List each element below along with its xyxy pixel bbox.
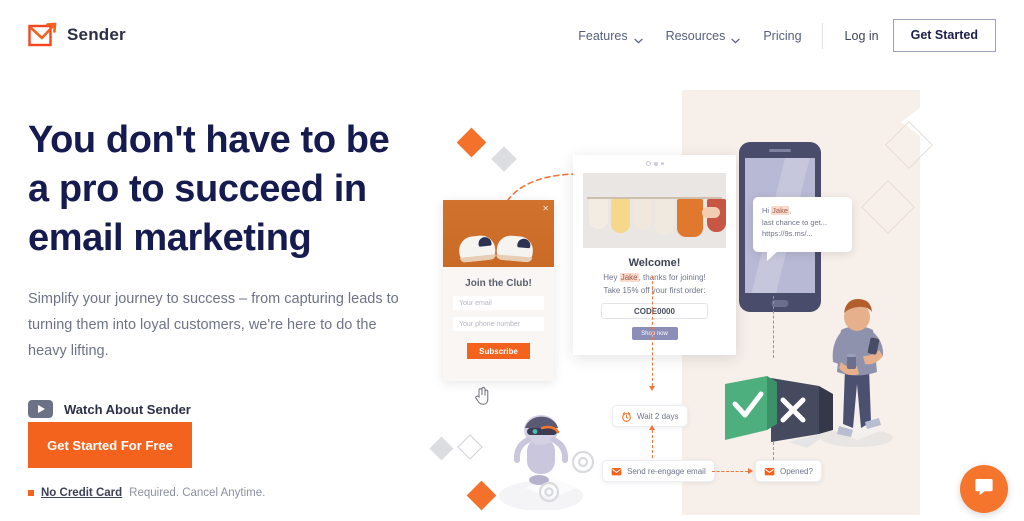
decorative-diamond xyxy=(457,434,483,460)
landing-page: Sender Features Resources Pricing Log in… xyxy=(0,0,1024,521)
nav-item-features[interactable]: Features xyxy=(566,28,653,44)
close-icon[interactable]: ✕ xyxy=(542,204,549,213)
hero-copy: You don't have to be a pro to succeed in… xyxy=(28,116,428,419)
main-navigation: Features Resources Pricing Log in Get St… xyxy=(566,19,996,52)
brand-name: Sender xyxy=(67,24,126,44)
workflow-node-send-email[interactable]: Send re-engage email xyxy=(602,460,715,482)
workflow-node-wait[interactable]: Wait 2 days xyxy=(612,405,688,427)
headline-line-1: You don't have to be xyxy=(28,119,390,161)
pointing-hand-icon xyxy=(475,386,490,410)
hero-subcopy: Simplify your journey to success – from … xyxy=(28,291,399,359)
bullet-icon xyxy=(28,490,34,496)
nav-item-features-label: Features xyxy=(578,28,628,43)
nav-item-pricing[interactable]: Pricing xyxy=(751,29,813,43)
workflow-node-send-email-label: Send re-engage email xyxy=(627,466,706,476)
nav-item-resources[interactable]: Resources xyxy=(654,28,752,44)
promo-code-box: CODE0000 xyxy=(601,303,708,319)
sms-line-3: https://9s.ms/... xyxy=(762,229,813,239)
chat-bubble-icon xyxy=(973,476,995,503)
popup-subscribe-button[interactable]: Subscribe xyxy=(467,343,530,359)
decorative-diamond xyxy=(456,127,487,158)
page-title: You don't have to be a pro to succeed in… xyxy=(28,116,428,263)
email-icon xyxy=(611,466,622,477)
sms-line-1: Hi Jake, xyxy=(762,205,843,217)
nav-item-resources-label: Resources xyxy=(665,28,726,43)
email-recipient-name: Jake xyxy=(619,273,639,282)
workflow-arrow-icon xyxy=(648,386,655,391)
email-greeting-suffix: , thanks for joining! xyxy=(638,273,706,282)
email-greeting: Hey Jake, thanks for joining! xyxy=(573,273,736,282)
workflow-arrow-icon xyxy=(648,425,655,430)
login-link[interactable]: Log in xyxy=(831,29,893,43)
hero-illustration: ✕ Join the Club! Your email Your phone n… xyxy=(405,80,1024,521)
headline-line-3: email marketing xyxy=(28,217,312,260)
popup-title: Join the Club! xyxy=(465,278,532,289)
robot-figure xyxy=(499,415,595,510)
sms-prefix: Hi xyxy=(762,206,772,215)
workflow-arrow-icon xyxy=(748,467,753,474)
sms-recipient-name: Jake xyxy=(771,206,790,215)
workflow-connector xyxy=(712,471,748,472)
chevron-down-icon xyxy=(633,33,643,44)
alarm-clock-icon xyxy=(621,411,632,422)
email-preview-card: Welcome! Hey Jake, thanks for joining! T… xyxy=(573,155,736,355)
fineprint-rest: Required. Cancel Anytime. xyxy=(129,487,266,499)
chevron-down-icon xyxy=(731,33,740,44)
email-greeting-prefix: Hey xyxy=(603,273,620,282)
workflow-node-opened-label: Opened? xyxy=(780,466,813,476)
nav-item-pricing-label: Pricing xyxy=(763,28,802,43)
fineprint: No Credit Card Required. Cancel Anytime. xyxy=(28,487,265,499)
site-header: Sender Features Resources Pricing Log in… xyxy=(0,0,1024,71)
get-started-for-free-button[interactable]: Get Started For Free xyxy=(28,422,192,468)
workflow-connector xyxy=(773,296,774,358)
sms-message-bubble: Hi Jake, last chance to get... https://9… xyxy=(753,197,852,261)
envelope-arrow-icon xyxy=(28,20,58,49)
sms-line-2: last chance to get... xyxy=(762,217,828,227)
email-title: Welcome! xyxy=(628,257,681,269)
clothing-rack-photo xyxy=(583,173,726,248)
signup-popup-card: ✕ Join the Club! Your email Your phone n… xyxy=(443,200,554,381)
brand-logo[interactable]: Sender xyxy=(28,20,126,49)
headline-line-2: a pro to succeed in xyxy=(28,168,367,211)
fineprint-strong[interactable]: No Credit Card xyxy=(41,487,122,499)
sms-suffix: , xyxy=(789,206,792,215)
workflow-node-wait-label: Wait 2 days xyxy=(637,411,679,421)
workflow-node-opened[interactable]: Opened? xyxy=(755,460,822,482)
popup-phone-input[interactable]: Your phone number xyxy=(453,317,544,331)
popup-email-input[interactable]: Your email xyxy=(453,296,544,310)
sneakers-photo: ✕ xyxy=(443,200,554,267)
decorative-diamond xyxy=(429,436,454,461)
chat-widget-button[interactable] xyxy=(960,465,1008,513)
get-started-button[interactable]: Get Started xyxy=(892,19,996,52)
shop-now-button[interactable]: Shop now xyxy=(631,327,678,340)
play-icon xyxy=(28,400,53,419)
email-card-dots xyxy=(573,155,736,172)
email-icon xyxy=(764,466,775,477)
watch-video-link[interactable]: Watch About Sender xyxy=(28,400,428,419)
nav-divider xyxy=(821,22,823,49)
watch-video-label: Watch About Sender xyxy=(64,401,191,417)
workflow-connector xyxy=(652,276,653,386)
person-with-phone-figure xyxy=(821,299,893,447)
email-offer-line: Take 15% off your first order: xyxy=(603,286,706,295)
